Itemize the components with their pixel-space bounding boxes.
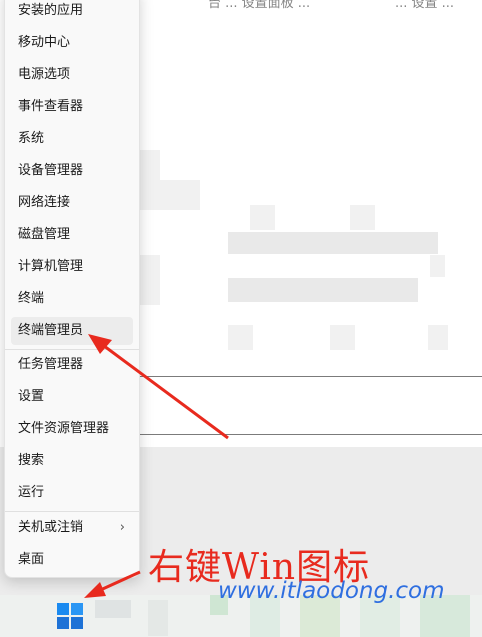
menu-item-search[interactable]: 搜索	[11, 447, 133, 475]
menu-item-label: 移动中心	[18, 35, 71, 50]
blurred-block	[228, 232, 438, 254]
menu-item-network-connections[interactable]: 网络连接	[11, 189, 133, 217]
menu-item-label: 系统	[18, 131, 45, 146]
menu-item-desktop[interactable]: 桌面	[11, 546, 133, 574]
menu-item-device-manager[interactable]: 设备管理器	[11, 157, 133, 185]
menu-item-label: 电源选项	[18, 67, 71, 82]
blurred-taskbar-icon	[148, 600, 168, 636]
blurred-block	[428, 325, 448, 350]
watermark: www.itlaodong.com	[218, 578, 445, 604]
menu-separator	[5, 511, 139, 512]
menu-item-label: 事件查看器	[18, 99, 84, 114]
menu-item-terminal[interactable]: 终端	[11, 285, 133, 313]
blurred-block	[228, 325, 253, 350]
menu-item-label: 设置	[18, 389, 45, 404]
menu-separator	[5, 349, 139, 350]
menu-item-label: 任务管理器	[18, 357, 84, 372]
menu-item-label: 桌面	[18, 552, 45, 567]
menu-item-label: 计算机管理	[18, 259, 84, 274]
menu-item-label: 设备管理器	[18, 163, 84, 178]
menu-item-power-options[interactable]: 电源选项	[11, 61, 133, 89]
menu-item-event-viewer[interactable]: 事件查看器	[11, 93, 133, 121]
start-context-menu: 安装的应用 移动中心 电源选项 事件查看器 系统 设备管理器 网络连接 磁盘管理…	[4, 0, 140, 578]
blurred-block	[350, 205, 375, 230]
menu-item-installed-apps[interactable]: 安装的应用	[11, 0, 133, 25]
menu-item-terminal-admin[interactable]: 终端管理员	[11, 317, 133, 345]
blurred-block	[228, 278, 418, 302]
blurred-block	[140, 255, 160, 305]
windows-logo-icon[interactable]	[57, 603, 83, 629]
menu-item-computer-management[interactable]: 计算机管理	[11, 253, 133, 281]
chevron-right-icon: ›	[119, 520, 125, 535]
divider	[138, 434, 482, 435]
menu-item-shutdown-signout[interactable]: 关机或注销 ›	[11, 514, 133, 542]
blurred-block	[160, 180, 200, 210]
background-header-right: ... 设置 ...	[395, 0, 455, 11]
menu-item-label: 关机或注销	[18, 520, 84, 535]
menu-item-label: 安装的应用	[18, 3, 84, 18]
blurred-block	[140, 150, 160, 210]
menu-item-mobility-center[interactable]: 移动中心	[11, 29, 133, 57]
menu-item-label: 文件资源管理器	[18, 421, 110, 436]
menu-item-run[interactable]: 运行	[11, 479, 133, 507]
menu-item-label: 终端	[18, 291, 45, 306]
blurred-taskbar-icon	[95, 600, 131, 618]
menu-item-file-explorer[interactable]: 文件资源管理器	[11, 415, 133, 443]
blurred-block	[250, 205, 275, 230]
blurred-block	[330, 325, 355, 350]
menu-item-label: 搜索	[18, 453, 45, 468]
blurred-block	[430, 255, 445, 277]
menu-item-label: 运行	[18, 485, 45, 500]
menu-item-label: 磁盘管理	[18, 227, 71, 242]
menu-item-system[interactable]: 系统	[11, 125, 133, 153]
menu-item-settings[interactable]: 设置	[11, 383, 133, 411]
menu-item-disk-management[interactable]: 磁盘管理	[11, 221, 133, 249]
menu-item-label: 终端管理员	[18, 323, 84, 338]
menu-item-label: 网络连接	[18, 195, 71, 210]
divider	[138, 376, 482, 377]
background-header-text: 台 ... 设置面板 ...	[208, 0, 311, 11]
menu-item-task-manager[interactable]: 任务管理器	[11, 351, 133, 379]
